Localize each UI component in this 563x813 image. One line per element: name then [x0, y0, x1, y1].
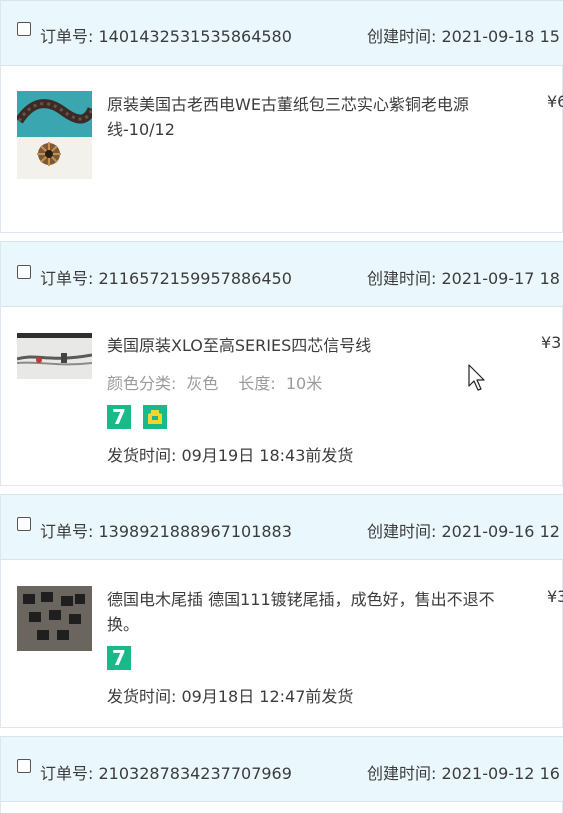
- item-title[interactable]: 德国电木尾插 德国111镀铑尾插，成色好，售出不退不换。: [107, 587, 507, 637]
- guarantee-shield-icon: [143, 405, 167, 429]
- order-list-page: 订单号: 1401432531535864580 创建时间: 2021-09-1…: [0, 0, 563, 813]
- seven-day-return-icon: 7: [107, 646, 131, 670]
- created-time: 创建时间: 2021-09-17 18: [367, 269, 560, 288]
- item-price: ¥3: [541, 333, 562, 352]
- order-number: 订单号: 1398921888967101883: [40, 522, 292, 541]
- order-number: 订单号: 2116572159957886450: [40, 269, 292, 288]
- power-cable-photo: [17, 91, 92, 179]
- mouse-pointer-icon: [468, 364, 485, 391]
- item-title[interactable]: 原装美国古老西电WE古董纸包三芯实心紫铜老电源线-10/12: [107, 92, 517, 142]
- order-number: 订单号: 2103287834237707969: [40, 764, 292, 783]
- order-header: 订单号: 1398921888967101883 创建时间: 2021-09-1…: [1, 494, 563, 560]
- sku-color-value: 灰色: [186, 374, 219, 393]
- order-card: 订单号: 2103287834237707969 创建时间: 2021-09-1…: [0, 736, 563, 813]
- item-price: ¥3: [547, 587, 563, 606]
- sku-length-label: 长度:: [238, 374, 276, 393]
- item-thumbnail[interactable]: [17, 91, 92, 179]
- created-time: 创建时间: 2021-09-18 15: [367, 27, 560, 46]
- order-header: 订单号: 2103287834237707969 创建时间: 2021-09-1…: [1, 736, 563, 802]
- order-select-checkbox[interactable]: [17, 759, 31, 773]
- order-select-checkbox[interactable]: [17, 265, 31, 279]
- item-thumbnail[interactable]: [17, 333, 92, 379]
- order-header: 订单号: 1401432531535864580 创建时间: 2021-09-1…: [1, 0, 563, 66]
- signal-cable-photo: [17, 333, 92, 379]
- sku-length-value: 10米: [285, 374, 323, 393]
- order-number: 订单号: 1401432531535864580: [40, 27, 292, 46]
- order-select-checkbox[interactable]: [17, 517, 31, 531]
- item-price: ¥6: [547, 92, 563, 111]
- item-sku: 颜色分类: 灰色 长度: 10米: [107, 370, 322, 394]
- seven-day-return-icon: 7: [107, 405, 131, 429]
- order-card: 订单号: 1398921888967101883 创建时间: 2021-09-1…: [0, 494, 563, 728]
- created-time: 创建时间: 2021-09-16 12: [367, 522, 560, 541]
- created-time: 创建时间: 2021-09-12 16: [367, 764, 560, 783]
- item-title[interactable]: 美国原装XLO至高SERIES四芯信号线: [107, 333, 517, 358]
- order-header: 订单号: 2116572159957886450 创建时间: 2021-09-1…: [1, 241, 563, 307]
- item-thumbnail[interactable]: [17, 586, 92, 651]
- sku-color-label: 颜色分类:: [107, 374, 177, 393]
- order-select-checkbox[interactable]: [17, 22, 31, 36]
- ship-time: 发货时间: 09月18日 12:47前发货: [107, 687, 354, 706]
- plugs-photo: [17, 586, 92, 651]
- ship-time: 发货时间: 09月19日 18:43前发货: [107, 446, 354, 465]
- order-card: 订单号: 1401432531535864580 创建时间: 2021-09-1…: [0, 0, 563, 233]
